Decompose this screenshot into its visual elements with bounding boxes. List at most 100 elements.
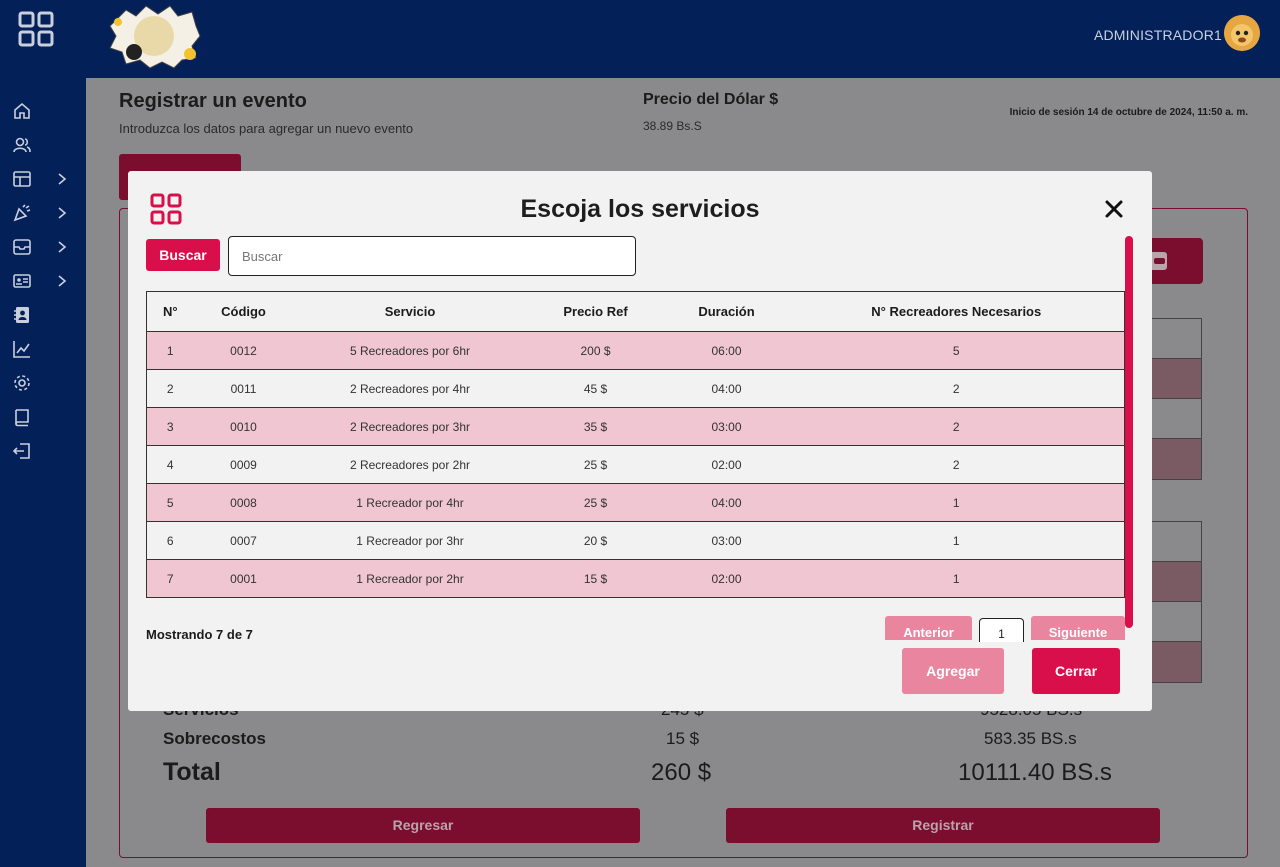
cell-duration: 06:00 — [664, 331, 789, 370]
pagination-status: Mostrando 7 de 7 — [146, 627, 253, 642]
cell-recreators: 5 — [788, 331, 1125, 370]
logout-icon — [12, 443, 30, 459]
id-card-icon — [13, 274, 31, 288]
cell-price: 15 $ — [526, 559, 665, 598]
page-subtitle: Introduzca los datos para agregar un nue… — [119, 121, 414, 136]
page-number-input[interactable]: 1 — [979, 618, 1024, 642]
col-duration: Duración — [664, 291, 789, 332]
chevron-right-icon — [58, 275, 67, 287]
table-row[interactable]: 3 0010 2 Recreadores por 3hr 35 $ 03:00 … — [146, 407, 1125, 446]
cell-service: 1 Recreador por 2hr — [293, 559, 527, 598]
cell-code: 0012 — [193, 331, 294, 370]
sidebar-item-logout[interactable] — [0, 436, 86, 466]
cell-code: 0007 — [193, 521, 294, 560]
surcharge-label: Sobrecostos — [163, 729, 266, 748]
services-table: N° Código Servicio Precio Ref Duración N… — [146, 291, 1125, 598]
top-bar: ADMINISTRADOR1 — [0, 0, 1280, 78]
cell-service: 1 Recreador por 3hr — [293, 521, 527, 560]
layout-icon — [13, 171, 31, 187]
gear-icon — [14, 375, 30, 391]
dollar-price-title: Precio del Dólar $ — [643, 91, 779, 108]
chevron-right-icon — [58, 241, 67, 253]
chart-line-icon — [13, 341, 30, 358]
sidebar-item-stats[interactable] — [0, 334, 86, 364]
brand-logo[interactable] — [106, 2, 202, 70]
cell-recreators: 2 — [788, 369, 1125, 408]
sidebar-item-settings[interactable] — [0, 368, 86, 398]
table-header-row: N° Código Servicio Precio Ref Duración N… — [146, 291, 1125, 332]
col-price: Precio Ref — [526, 291, 665, 332]
table-row[interactable]: 6 0007 1 Recreador por 3hr 20 $ 03:00 1 — [146, 521, 1125, 560]
sidebar-item-manual[interactable] — [0, 402, 86, 432]
cell-price: 25 $ — [526, 483, 665, 522]
total-usd: 260 $ — [651, 759, 712, 786]
close-button[interactable]: Cerrar — [1032, 648, 1120, 694]
cell-number: 2 — [146, 369, 194, 408]
cell-recreators: 1 — [788, 521, 1125, 560]
cell-price: 25 $ — [526, 445, 665, 484]
cell-number: 3 — [146, 407, 194, 446]
search-input[interactable] — [228, 236, 636, 276]
sidebar-item-inbox[interactable] — [0, 232, 86, 262]
sidebar — [0, 78, 86, 867]
table-row[interactable]: 2 0011 2 Recreadores por 4hr 45 $ 04:00 … — [146, 369, 1125, 408]
cell-duration: 04:00 — [664, 369, 789, 408]
session-info: Inicio de sesión 14 de octubre de 2024, … — [1009, 107, 1248, 118]
col-recreators: N° Recreadores Necesarios — [788, 291, 1125, 332]
table-row[interactable]: 7 0001 1 Recreador por 2hr 15 $ 02:00 1 — [146, 559, 1125, 598]
sidebar-item-layout[interactable] — [0, 164, 86, 194]
cell-code: 0009 — [193, 445, 294, 484]
next-page-button[interactable]: Siguiente — [1031, 616, 1125, 640]
chevron-right-icon — [58, 207, 67, 219]
cell-code: 0011 — [193, 369, 294, 408]
surcharge-bs: 583.35 BS.s — [984, 729, 1077, 748]
add-button[interactable]: Agregar — [902, 648, 1004, 694]
back-button[interactable]: Regresar — [206, 808, 640, 843]
register-button[interactable]: Registrar — [726, 808, 1160, 843]
cell-recreators: 1 — [788, 559, 1125, 598]
close-icon[interactable] — [1103, 198, 1125, 220]
dollar-price-value: 38.89 Bs.S — [643, 119, 702, 133]
cell-recreators: 2 — [788, 407, 1125, 446]
col-code: Código — [193, 291, 294, 332]
cell-number: 7 — [146, 559, 194, 598]
sidebar-item-home[interactable] — [0, 96, 86, 126]
cell-recreators: 1 — [788, 483, 1125, 522]
sidebar-item-id-card[interactable] — [0, 266, 86, 296]
cell-number: 1 — [146, 331, 194, 370]
cell-duration: 03:00 — [664, 521, 789, 560]
total-label: Total — [163, 758, 221, 786]
search-button[interactable]: Buscar — [146, 239, 220, 271]
book-icon — [15, 409, 29, 427]
sidebar-item-contacts[interactable] — [0, 300, 86, 330]
cell-service: 2 Recreadores por 3hr — [293, 407, 527, 446]
total-bs: 10111.40 BS.s — [958, 759, 1112, 786]
cell-price: 20 $ — [526, 521, 665, 560]
sidebar-item-party[interactable] — [0, 198, 86, 228]
user-name[interactable]: ADMINISTRADOR1 — [1094, 27, 1222, 43]
cell-number: 4 — [146, 445, 194, 484]
cell-service: 1 Recreador por 4hr — [293, 483, 527, 522]
modal-scrollbar[interactable] — [1125, 236, 1133, 628]
table-row[interactable]: 1 0012 5 Recreadores por 6hr 200 $ 06:00… — [146, 331, 1125, 370]
cell-number: 6 — [146, 521, 194, 560]
cell-service: 2 Recreadores por 2hr — [293, 445, 527, 484]
cell-duration: 03:00 — [664, 407, 789, 446]
cell-service: 5 Recreadores por 6hr — [293, 331, 527, 370]
table-row[interactable]: 5 0008 1 Recreador por 4hr 25 $ 04:00 1 — [146, 483, 1125, 522]
previous-page-button[interactable]: Anterior — [885, 616, 972, 640]
col-service: Servicio — [293, 291, 527, 332]
cell-price: 200 $ — [526, 331, 665, 370]
services-modal: Escoja los servicios Buscar N° Código Se… — [128, 171, 1152, 711]
table-row[interactable]: 4 0009 2 Recreadores por 2hr 25 $ 02:00 … — [146, 445, 1125, 484]
cell-price: 35 $ — [526, 407, 665, 446]
modal-title: Escoja los servicios — [520, 195, 760, 223]
apps-grid-icon[interactable] — [18, 11, 54, 47]
avatar[interactable] — [1224, 15, 1260, 51]
col-number: N° — [146, 291, 194, 332]
surcharge-usd: 15 $ — [666, 729, 700, 748]
sidebar-item-users[interactable] — [0, 130, 86, 160]
cell-duration: 04:00 — [664, 483, 789, 522]
cell-recreators: 2 — [788, 445, 1125, 484]
users-icon — [13, 137, 31, 153]
